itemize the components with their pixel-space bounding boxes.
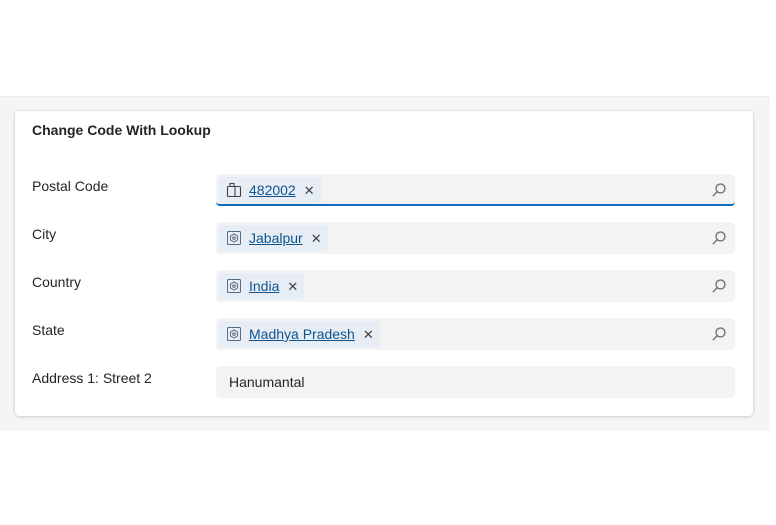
city-link[interactable]: Jabalpur [249, 230, 303, 246]
search-icon[interactable] [711, 230, 727, 246]
postal-code-lookup-field[interactable]: 482002 ✕ [216, 174, 735, 206]
entity-icon [226, 326, 242, 342]
country-row: Country India ✕ [15, 270, 753, 302]
street2-input[interactable]: Hanumantal [216, 366, 735, 398]
street2-label: Address 1: Street 2 [32, 370, 152, 386]
postal-code-label: Postal Code [32, 178, 109, 194]
street2-value: Hanumantal [229, 374, 305, 390]
city-label: City [32, 226, 57, 242]
state-link[interactable]: Madhya Pradesh [249, 326, 355, 342]
entity-icon [226, 278, 242, 294]
entity-icon [226, 230, 242, 246]
form-section-card: Change Code With Lookup Postal Code 4820… [15, 111, 753, 416]
state-tag[interactable]: Madhya Pradesh ✕ [219, 321, 380, 347]
city-lookup-field[interactable]: Jabalpur ✕ [216, 222, 735, 254]
city-tag[interactable]: Jabalpur ✕ [219, 225, 328, 251]
state-lookup-field[interactable]: Madhya Pradesh ✕ [216, 318, 735, 350]
country-tag[interactable]: India ✕ [219, 273, 305, 299]
remove-city-icon[interactable]: ✕ [311, 232, 322, 245]
remove-state-icon[interactable]: ✕ [363, 328, 374, 341]
state-row: State Madhya Pradesh ✕ [15, 318, 753, 350]
postal-code-link[interactable]: 482002 [249, 182, 296, 198]
street2-row: Address 1: Street 2 Hanumantal [15, 366, 753, 398]
search-icon[interactable] [711, 326, 727, 342]
remove-country-icon[interactable]: ✕ [287, 280, 298, 293]
country-lookup-field[interactable]: India ✕ [216, 270, 735, 302]
postal-code-row: Postal Code 482002 ✕ [15, 174, 753, 206]
city-row: City Jabalpur ✕ [15, 222, 753, 254]
postal-code-tag[interactable]: 482002 ✕ [219, 177, 321, 203]
section-title: Change Code With Lookup [32, 122, 211, 138]
search-icon[interactable] [711, 278, 727, 294]
remove-postal-code-icon[interactable]: ✕ [304, 184, 315, 197]
search-icon[interactable] [711, 182, 727, 198]
country-link[interactable]: India [249, 278, 279, 294]
state-label: State [32, 322, 65, 338]
country-label: Country [32, 274, 82, 290]
postal-code-icon [226, 182, 242, 198]
